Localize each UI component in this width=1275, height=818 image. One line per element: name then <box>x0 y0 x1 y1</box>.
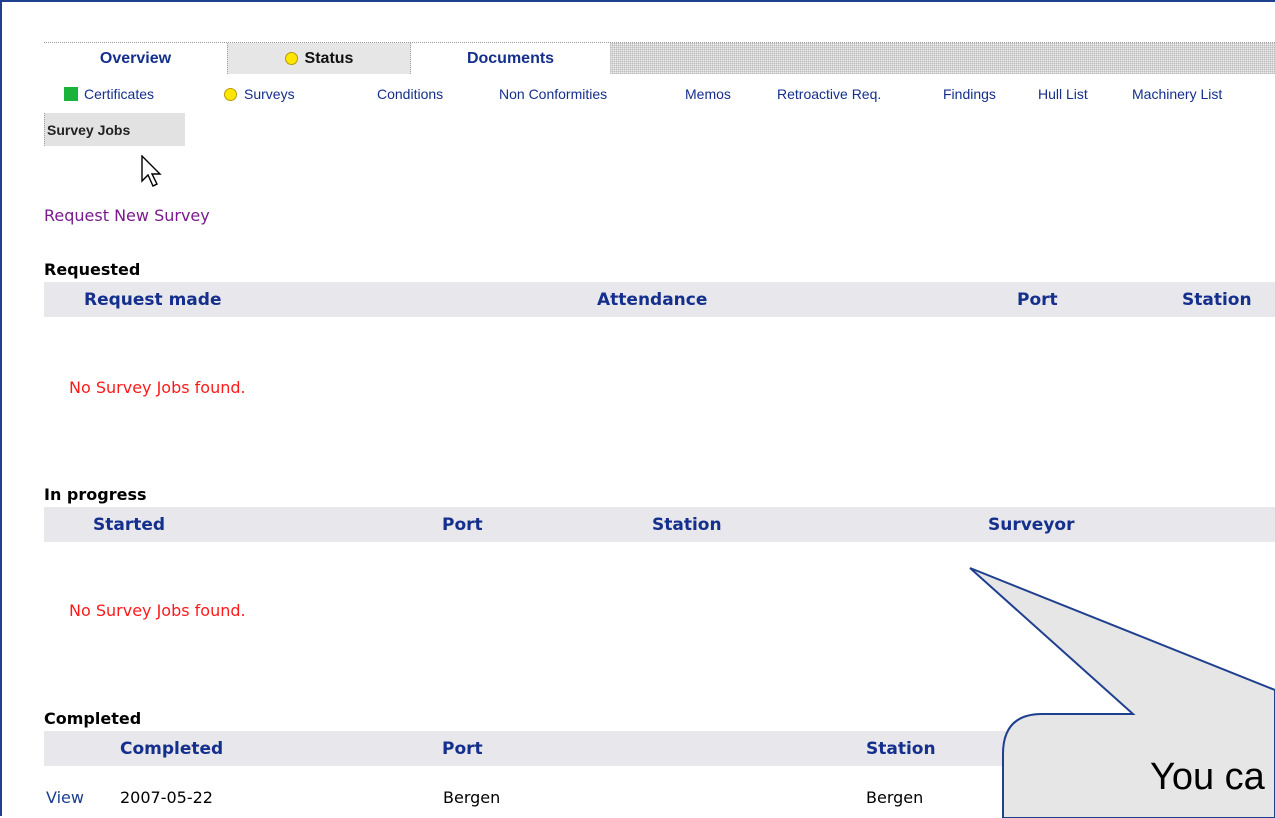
callout-balloon <box>969 567 1275 818</box>
page-frame: Overview Status Documents Certificates S… <box>0 0 1275 818</box>
callout-text: You ca <box>1150 756 1265 798</box>
